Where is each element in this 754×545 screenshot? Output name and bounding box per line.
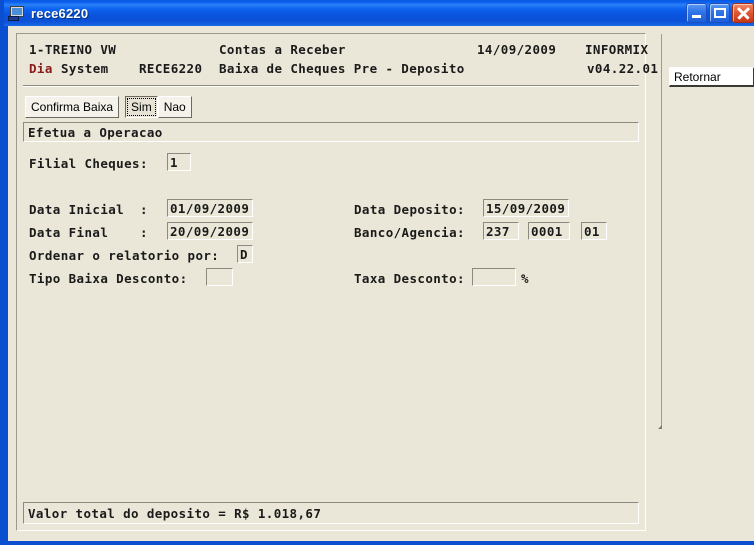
nao-button[interactable]: Nao xyxy=(157,96,192,118)
database-label: INFORMIX xyxy=(585,42,649,57)
taxa-desconto-suffix: % xyxy=(521,271,529,286)
computer-monitor-icon xyxy=(8,4,26,22)
sim-button[interactable]: Sim xyxy=(125,96,158,118)
resize-corner-marker xyxy=(658,422,665,429)
retornar-button-label: Retornar xyxy=(674,69,721,84)
client-area: 1-TREINO VW Contas a Receber 14/09/2009 … xyxy=(8,26,754,541)
application-window: rece6220 1-TREINO VW Contas a Receber 14… xyxy=(0,0,754,545)
maximize-icon xyxy=(714,8,726,18)
screen-title: Baixa de Cheques Pre - Deposito xyxy=(219,61,465,76)
window-title: rece6220 xyxy=(31,5,89,21)
conta-input[interactable]: 01 xyxy=(581,222,607,240)
current-date: 14/09/2009 xyxy=(477,42,557,57)
tipo-baixa-desconto-input[interactable] xyxy=(206,268,233,286)
banco-input[interactable]: 237 xyxy=(483,222,519,240)
tipo-baixa-desconto-label: Tipo Baixa Desconto: xyxy=(29,271,188,286)
data-deposito-label: Data Deposito: xyxy=(354,202,465,217)
company-label: 1-TREINO VW xyxy=(29,42,117,57)
main-content-panel: 1-TREINO VW Contas a Receber 14/09/2009 … xyxy=(16,33,658,531)
status-bar-text: Valor total do deposito = R$ 1.018,67 xyxy=(28,505,322,521)
confirmation-toolbar: Confirma Baixa Sim Nao xyxy=(25,96,192,118)
minimize-icon xyxy=(692,15,701,18)
operation-message-bar: Efetua a Operacao xyxy=(23,122,639,142)
ordenar-relatorio-input[interactable]: D xyxy=(237,245,253,263)
status-bar: Valor total do deposito = R$ 1.018,67 xyxy=(23,502,639,524)
system-name-label: System xyxy=(61,61,109,76)
header-row-primary: 1-TREINO VW Contas a Receber 14/09/2009 … xyxy=(17,42,649,62)
window-controls xyxy=(686,3,754,23)
ordenar-relatorio-label: Ordenar o relatorio por: xyxy=(29,248,220,263)
form-fields-area: Filial Cheques: 1 Data Inicial : 01/09/2… xyxy=(17,152,645,482)
nao-button-label: Nao xyxy=(163,100,186,114)
minimize-button[interactable] xyxy=(686,3,707,23)
system-prefix-label: Dia xyxy=(29,61,53,76)
focus-indicator xyxy=(127,98,156,116)
data-final-label: Data Final : xyxy=(29,225,148,240)
program-code-label: RECE6220 xyxy=(139,61,203,76)
data-final-input[interactable]: 20/09/2009 xyxy=(167,222,253,240)
module-label: Contas a Receber xyxy=(219,42,346,57)
close-button[interactable] xyxy=(732,3,754,23)
header-row-secondary: Dia System RECE6220 Baixa de Cheques Pre… xyxy=(17,61,658,81)
data-inicial-label: Data Inicial : xyxy=(29,202,148,217)
version-label: v04.22.01 xyxy=(587,61,659,76)
operation-message-text: Efetua a Operacao xyxy=(28,124,163,140)
taxa-desconto-input[interactable] xyxy=(472,268,516,286)
filial-cheques-input[interactable]: 1 xyxy=(167,153,191,171)
filial-cheques-label: Filial Cheques: xyxy=(29,156,148,171)
agencia-input[interactable]: 0001 xyxy=(528,222,570,240)
side-panel-divider xyxy=(661,34,662,426)
header-divider xyxy=(23,85,639,87)
data-inicial-input[interactable]: 01/09/2009 xyxy=(167,199,253,217)
banco-agencia-label: Banco/Agencia: xyxy=(354,225,465,240)
data-deposito-input[interactable]: 15/09/2009 xyxy=(483,199,569,217)
title-bar[interactable]: rece6220 xyxy=(4,0,754,26)
confirma-baixa-label: Confirma Baixa xyxy=(25,96,120,118)
maximize-button[interactable] xyxy=(709,3,730,23)
taxa-desconto-label: Taxa Desconto: xyxy=(354,271,465,286)
retornar-button[interactable]: Retornar xyxy=(669,67,754,87)
